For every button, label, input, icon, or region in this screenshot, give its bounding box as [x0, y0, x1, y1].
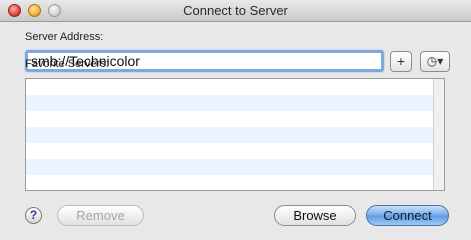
- list-row[interactable]: [26, 143, 444, 159]
- vertical-scrollbar[interactable]: [433, 79, 444, 190]
- recent-servers-button[interactable]: ◷▾: [420, 51, 450, 72]
- title-bar[interactable]: Connect to Server: [0, 0, 471, 22]
- list-row[interactable]: [26, 79, 444, 95]
- list-row[interactable]: [26, 159, 444, 175]
- browse-button[interactable]: Browse: [274, 205, 356, 226]
- window-title: Connect to Server: [183, 3, 288, 18]
- list-row[interactable]: [26, 127, 444, 143]
- favorite-servers-label: Favorite Servers:: [25, 58, 109, 70]
- list-row[interactable]: [26, 95, 444, 111]
- connect-to-server-window: Connect to Server Server Address: smb://…: [0, 0, 471, 240]
- list-row[interactable]: [26, 175, 444, 190]
- add-favorite-button[interactable]: +: [390, 51, 412, 72]
- favorite-servers-list[interactable]: [25, 78, 445, 191]
- remove-button[interactable]: Remove: [57, 205, 144, 226]
- server-address-label: Server Address:: [25, 31, 104, 43]
- list-row[interactable]: [26, 111, 444, 127]
- connect-button[interactable]: Connect: [366, 205, 449, 226]
- help-button[interactable]: ?: [25, 207, 42, 224]
